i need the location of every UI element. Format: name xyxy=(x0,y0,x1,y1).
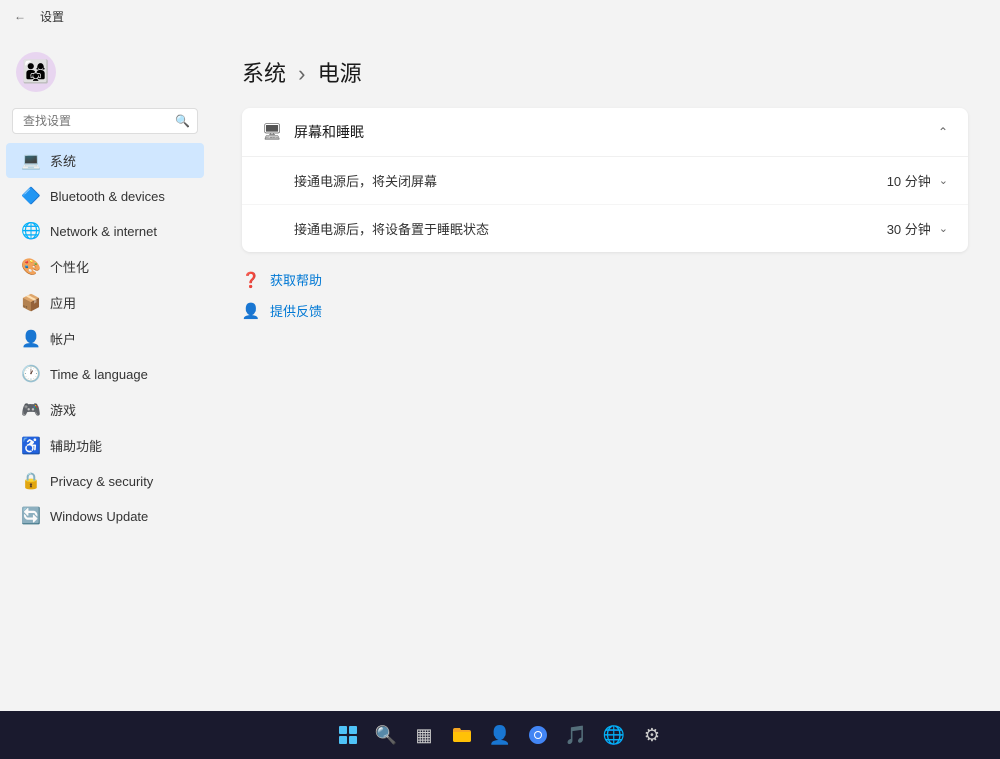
sidebar-label-bluetooth: Bluetooth & devices xyxy=(50,189,165,204)
sidebar-icon-windows-update: 🔄 xyxy=(22,507,40,525)
sidebar: 👨‍👩‍👧 🔍 💻 系统 🔷 Bluetooth & devices 🌐 Net… xyxy=(0,32,210,711)
title-bar-label: 设置 xyxy=(40,8,64,25)
sidebar-label-personalization: 个性化 xyxy=(50,257,89,276)
sidebar-label-accounts: 帐户 xyxy=(50,329,76,348)
sidebar-icon-time: 🕐 xyxy=(22,365,40,383)
setting-chevron-icon-2: ⌄ xyxy=(939,222,948,235)
breadcrumb-separator: › xyxy=(298,61,311,86)
sidebar-icon-network: 🌐 xyxy=(22,222,40,240)
folder-icon xyxy=(452,726,472,744)
setting-label-screen-off: 接通电源后，将关闭屏幕 xyxy=(294,171,437,190)
sidebar-label-apps: 应用 xyxy=(50,293,76,312)
breadcrumb-current: 电源 xyxy=(318,61,362,86)
sidebar-item-accounts[interactable]: 👤 帐户 xyxy=(6,321,204,356)
search-input[interactable] xyxy=(12,108,198,134)
chrome-browser-icon xyxy=(528,725,548,745)
help-link-label: 提供反馈 xyxy=(270,301,322,320)
screen-icon: 🖥 xyxy=(262,122,282,142)
setting-value-sleep[interactable]: 30 分钟 ⌄ xyxy=(887,219,948,238)
sidebar-icon-privacy: 🔒 xyxy=(22,472,40,490)
taskbar-icons: 🔍 ▦ 👤 🎵 🌐 ⚙ xyxy=(330,717,670,753)
sidebar-item-personalization[interactable]: 🎨 个性化 xyxy=(6,249,204,284)
file-explorer-button[interactable] xyxy=(444,717,480,753)
search-taskbar-button[interactable]: 🔍 xyxy=(368,717,404,753)
sidebar-icon-system: 💻 xyxy=(22,152,40,170)
sidebar-label-system: 系统 xyxy=(50,151,76,170)
sidebar-icon-apps: 📦 xyxy=(22,294,40,312)
back-button[interactable]: ← xyxy=(8,4,32,28)
setting-value-screen-off[interactable]: 10 分钟 ⌄ xyxy=(887,171,948,190)
sidebar-label-gaming: 游戏 xyxy=(50,400,76,419)
chrome-icon[interactable] xyxy=(520,717,556,753)
sidebar-item-gaming[interactable]: 🎮 游戏 xyxy=(6,392,204,427)
sidebar-icon-accounts: 👤 xyxy=(22,330,40,348)
taskbar-icon-7[interactable]: 🌐 xyxy=(596,717,632,753)
settings-taskbar-icon[interactable]: ⚙ xyxy=(634,717,670,753)
sidebar-item-accessibility[interactable]: ♿ 辅助功能 xyxy=(6,428,204,463)
breadcrumb-root: 系统 xyxy=(242,61,286,86)
sidebar-item-system[interactable]: 💻 系统 xyxy=(6,143,204,178)
help-link-icon: ❓ xyxy=(242,271,260,289)
sidebar-item-privacy[interactable]: 🔒 Privacy & security xyxy=(6,464,204,498)
taskbar: 🔍 ▦ 👤 🎵 🌐 ⚙ xyxy=(0,711,1000,759)
setting-row-sleep: 接通电源后，将设备置于睡眠状态 30 分钟 ⌄ xyxy=(242,205,968,252)
sidebar-nav: 💻 系统 🔷 Bluetooth & devices 🌐 Network & i… xyxy=(0,142,210,534)
power-settings-card: 🖥 屏幕和睡眠 ⌃ 接通电源后，将关闭屏幕 10 分钟 ⌄ ← xyxy=(242,108,968,252)
sidebar-icon-personalization: 🎨 xyxy=(22,258,40,276)
sidebar-label-network: Network & internet xyxy=(50,224,157,239)
sidebar-item-bluetooth[interactable]: 🔷 Bluetooth & devices xyxy=(6,179,204,213)
title-bar: ← 设置 xyxy=(0,0,1000,32)
setting-label-sleep: 接通电源后，将设备置于睡眠状态 xyxy=(294,219,489,238)
user-avatar-section: 👨‍👩‍👧 xyxy=(0,40,210,104)
help-links: ❓ 获取帮助 👤 提供反馈 xyxy=(242,268,968,322)
main-area: 系统 › 电源 🖥 屏幕和睡眠 ⌃ 接通电源后，将关闭屏幕 xyxy=(210,32,1000,711)
search-box[interactable]: 🔍 xyxy=(12,108,198,134)
help-link-icon: 👤 xyxy=(242,302,260,320)
sidebar-item-time[interactable]: 🕐 Time & language xyxy=(6,357,204,391)
card-chevron-icon: ⌃ xyxy=(938,125,948,139)
help-link-label: 获取帮助 xyxy=(270,270,322,289)
start-button[interactable] xyxy=(330,717,366,753)
search-icon: 🔍 xyxy=(175,114,190,128)
sidebar-item-windows-update[interactable]: 🔄 Windows Update xyxy=(6,499,204,533)
setting-chevron-icon: ⌄ xyxy=(939,174,948,187)
sidebar-item-apps[interactable]: 📦 应用 xyxy=(6,285,204,320)
sidebar-icon-accessibility: ♿ xyxy=(22,437,40,455)
task-view-button[interactable]: ▦ xyxy=(406,717,442,753)
card-header-label: 🖥 屏幕和睡眠 xyxy=(262,122,364,142)
avatar: 👨‍👩‍👧 xyxy=(16,52,56,92)
windows-logo-icon xyxy=(339,726,357,744)
taskbar-icon-6[interactable]: 🎵 xyxy=(558,717,594,753)
sidebar-label-windows-update: Windows Update xyxy=(50,509,148,524)
app-container: 👨‍👩‍👧 🔍 💻 系统 🔷 Bluetooth & devices 🌐 Net… xyxy=(0,32,1000,711)
page-header: 系统 › 电源 xyxy=(242,56,968,88)
help-link[interactable]: 👤 提供反馈 xyxy=(242,299,968,322)
sidebar-icon-gaming: 🎮 xyxy=(22,401,40,419)
sidebar-label-accessibility: 辅助功能 xyxy=(50,436,102,455)
setting-row-screen-off: 接通电源后，将关闭屏幕 10 分钟 ⌄ ← xyxy=(242,157,968,205)
sidebar-icon-bluetooth: 🔷 xyxy=(22,187,40,205)
sidebar-item-network[interactable]: 🌐 Network & internet xyxy=(6,214,204,248)
sidebar-label-time: Time & language xyxy=(50,367,148,382)
sidebar-label-privacy: Privacy & security xyxy=(50,474,153,489)
main-content: 系统 › 电源 🖥 屏幕和睡眠 ⌃ 接通电源后，将关闭屏幕 xyxy=(210,32,1000,346)
help-link[interactable]: ❓ 获取帮助 xyxy=(242,268,968,291)
taskbar-icon-4[interactable]: 👤 xyxy=(482,717,518,753)
card-header-screen-sleep[interactable]: 🖥 屏幕和睡眠 ⌃ xyxy=(242,108,968,157)
